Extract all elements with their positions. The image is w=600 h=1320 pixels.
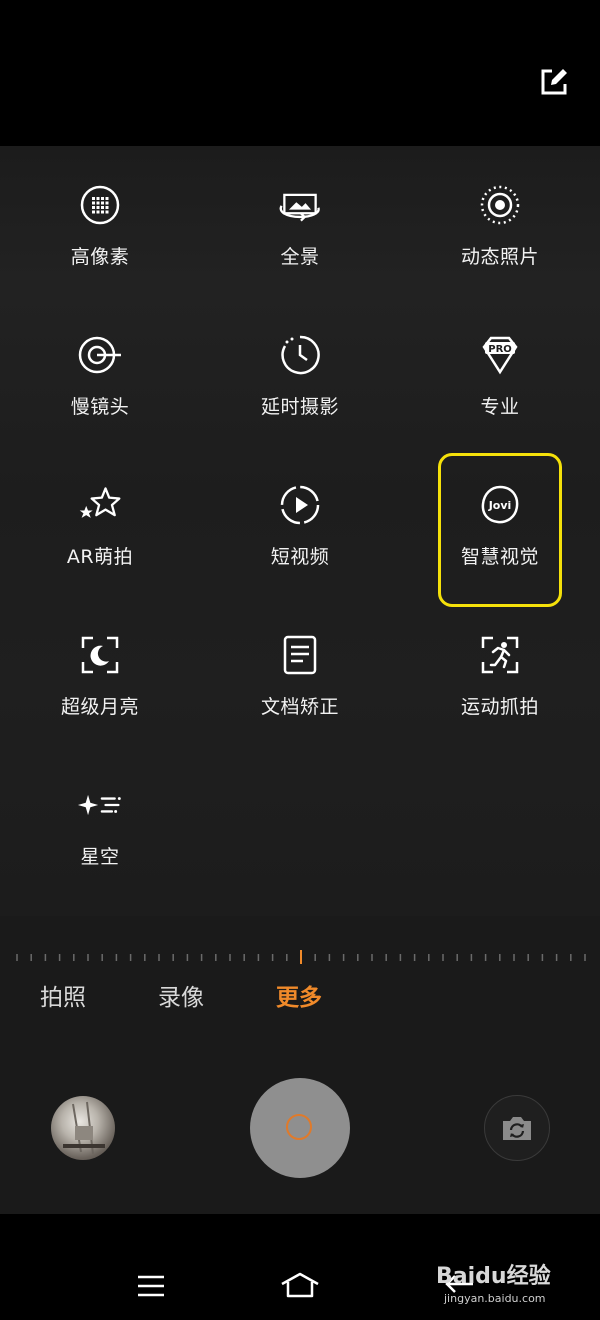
highlight-box [438,453,562,607]
mode-label: 运动抓拍 [460,696,539,718]
mode-time-lapse[interactable]: 延时摄影 [200,296,400,446]
tab-more[interactable]: 更多 [276,978,322,1012]
stars-icon [77,482,123,528]
bottom-controls: 拍照 录像 更多 [0,916,600,1214]
watermark: Baidu经验 jingyan.baidu.com [436,1250,596,1310]
mode-doc-correct[interactable]: 文档矫正 [200,596,400,746]
watermark-text: Baidu经验 [436,1264,551,1289]
mode-panorama[interactable]: 全景 [200,146,400,296]
edit-icon[interactable] [538,66,570,98]
mode-label: 星空 [80,846,120,868]
live-photo-icon [477,182,523,228]
mode-slow-motion[interactable]: 慢镜头 [0,296,200,446]
mode-label: AR萌拍 [66,546,134,568]
mode-label: 超级月亮 [60,696,139,718]
sparkle-icon [77,782,123,828]
running-frame-icon [477,632,523,678]
mode-label: 动态照片 [460,246,539,268]
mode-super-moon[interactable]: 超级月亮 [0,596,200,746]
moon-frame-icon [77,632,123,678]
mode-ar-sticker[interactable]: AR萌拍 [0,446,200,596]
menu-icon [138,1275,164,1297]
mode-starry-sky[interactable]: 星空 [0,746,200,896]
pro-badge-icon: PRO [477,332,523,378]
mode-short-video[interactable]: 短视频 [200,446,400,596]
watermark-sub: jingyan.baidu.com [444,1292,546,1305]
mode-ruler[interactable] [0,950,600,964]
mode-label: 文档矫正 [260,696,339,718]
mode-sports-capture[interactable]: 运动抓拍 [400,596,600,746]
home-icon [281,1272,319,1298]
switch-camera-icon [503,1117,531,1140]
mode-label: 全景 [280,246,320,268]
mode-tabs: 拍照 录像 更多 [0,978,600,1018]
tab-video[interactable]: 录像 [158,978,204,1012]
switch-camera-button[interactable] [484,1095,550,1161]
gallery-thumbnail[interactable] [51,1096,115,1160]
top-bar [0,0,600,146]
slow-motion-icon [77,332,123,378]
document-icon [277,632,323,678]
mode-panel: 高像素 全景 动态照片 慢镜头 延时摄影 PRO 专业 AR萌拍 短视频 Jov… [0,146,600,916]
mode-high-pixel[interactable]: 高像素 [0,146,200,296]
shutter-ring-icon [286,1114,312,1140]
mode-live-photo[interactable]: 动态照片 [400,146,600,296]
mode-label: 延时摄影 [260,396,339,418]
panorama-icon [277,182,323,228]
shutter-button[interactable] [250,1078,350,1178]
home-nav-button[interactable] [280,1272,320,1300]
play-circle-icon [277,482,323,528]
mode-label: 短视频 [270,546,330,568]
timer-icon [277,332,323,378]
grid-circle-icon [77,182,123,228]
mode-label: 专业 [480,396,520,418]
mode-pro[interactable]: PRO 专业 [400,296,600,446]
pro-badge-text: PRO [488,344,512,355]
mode-label: 高像素 [70,246,130,268]
mode-label: 慢镜头 [70,396,130,418]
tab-photo[interactable]: 拍照 [40,978,86,1012]
menu-nav-button[interactable] [131,1272,171,1300]
